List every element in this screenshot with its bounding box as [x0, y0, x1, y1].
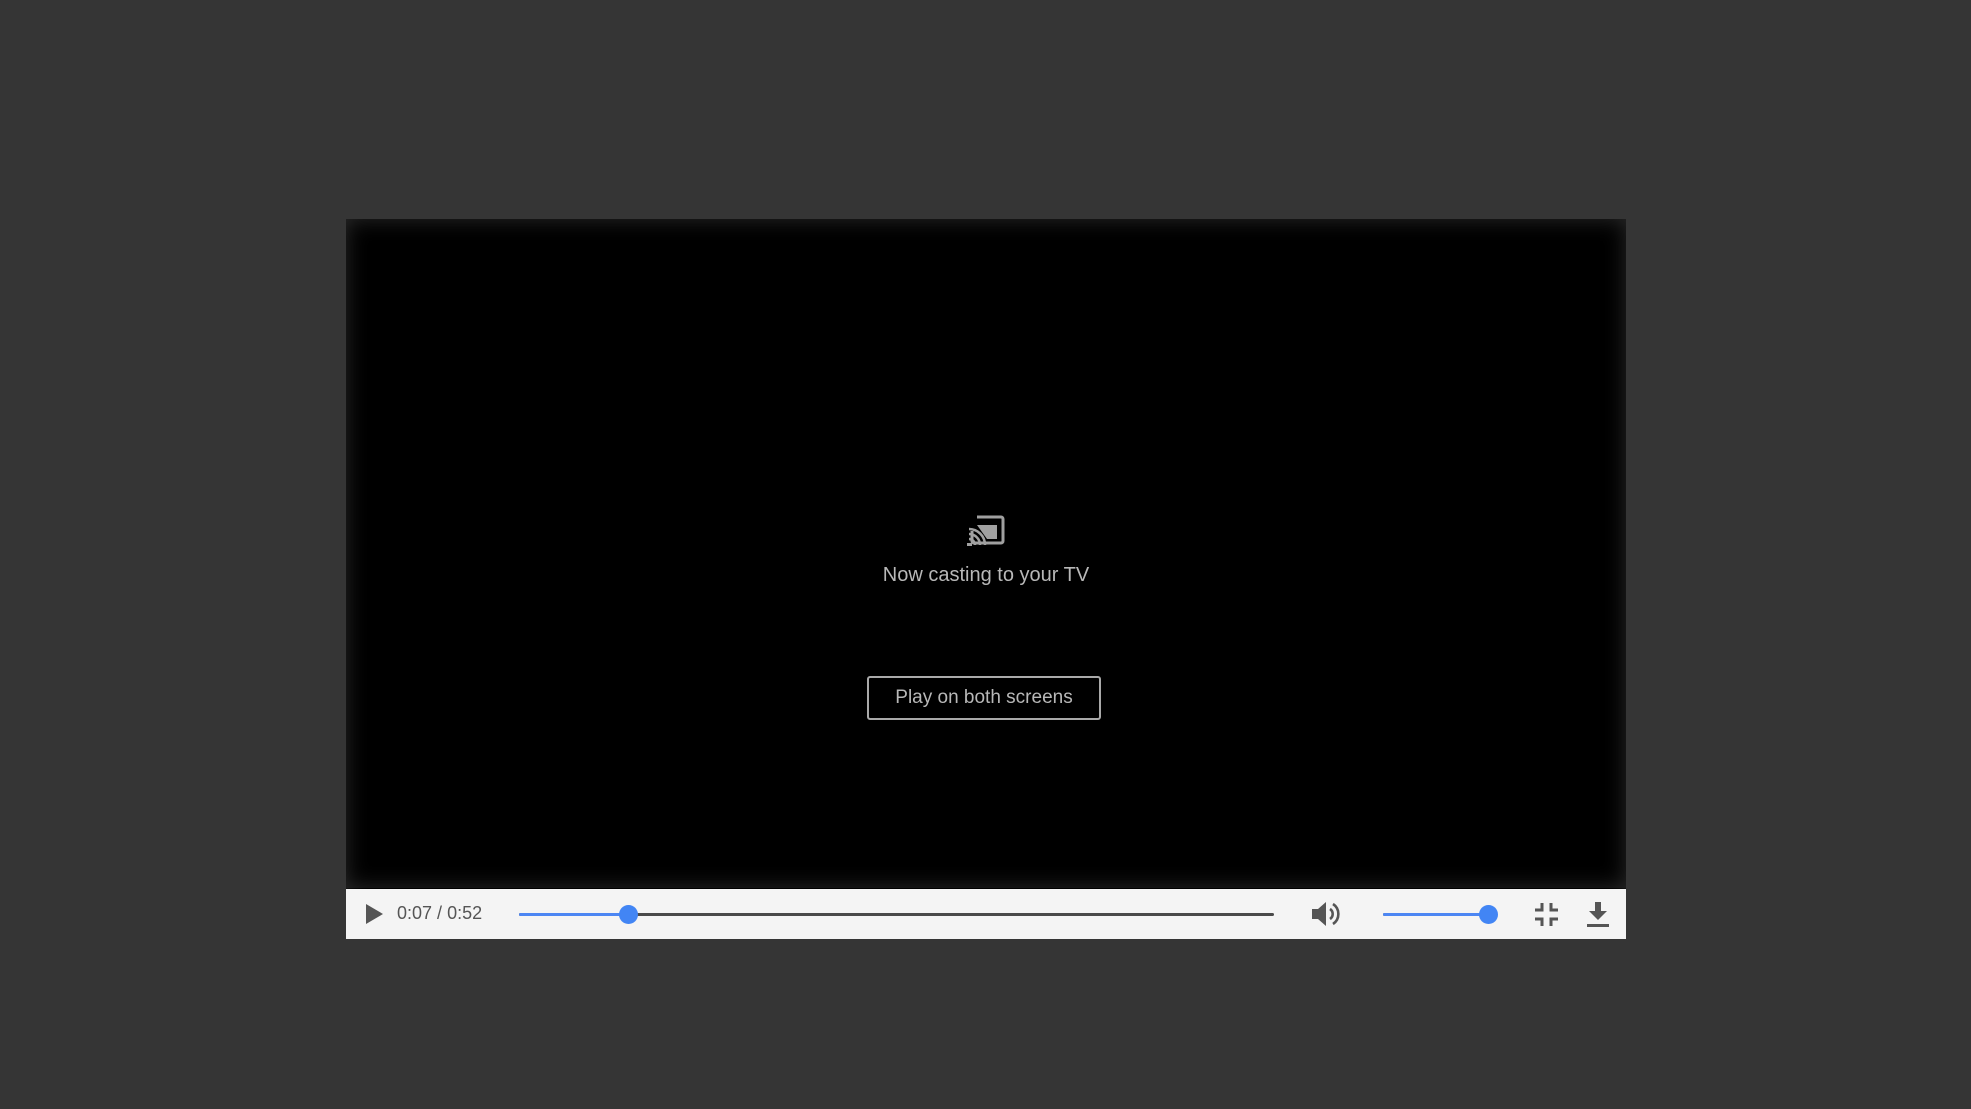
seek-bar-thumb[interactable]	[619, 905, 639, 924]
volume-slider-level	[1383, 913, 1488, 916]
current-time: 0:07	[397, 903, 433, 923]
play-on-both-screens-button[interactable]: Play on both screens	[867, 676, 1101, 720]
volume-slider-thumb[interactable]	[1478, 905, 1498, 924]
play-icon[interactable]	[362, 902, 386, 926]
fullscreen-exit-icon[interactable]	[1534, 902, 1559, 927]
seek-bar-progress	[519, 913, 629, 916]
casting-message: Now casting to your TV	[882, 564, 1090, 586]
cast-overlay: Now casting to your TV Play on both scre…	[346, 219, 1626, 888]
media-controls: 0:07/0:52	[346, 889, 1626, 939]
volume-slider[interactable]	[1383, 905, 1498, 924]
time-display: 0:07/0:52	[397, 903, 482, 924]
download-icon[interactable]	[1586, 901, 1610, 928]
duration: 0:52	[447, 903, 483, 923]
seek-bar[interactable]	[519, 905, 1274, 924]
cast-icon	[967, 515, 1005, 546]
time-separator: /	[437, 903, 443, 923]
volume-up-icon[interactable]	[1310, 900, 1342, 928]
video-area[interactable]: Now casting to your TV Play on both scre…	[346, 219, 1626, 888]
video-player: Now casting to your TV Play on both scre…	[346, 219, 1626, 939]
